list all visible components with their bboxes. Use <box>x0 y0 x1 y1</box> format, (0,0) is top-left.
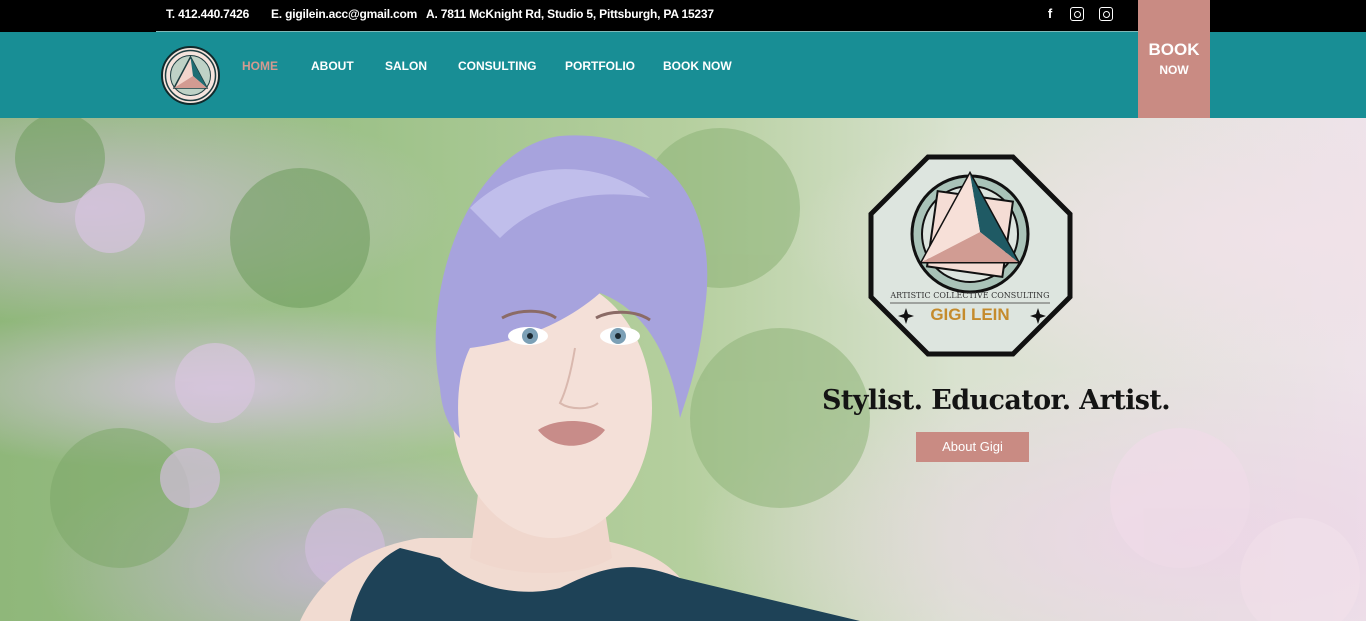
book-ribbon-line1: BOOK <box>1148 40 1200 59</box>
nav-consulting[interactable]: CONSULTING <box>458 59 536 73</box>
logo-mark-icon <box>164 49 217 102</box>
nav-portfolio[interactable]: PORTFOLIO <box>565 59 635 73</box>
book-ribbon-line2: NOW <box>1159 63 1189 77</box>
nav-book-now[interactable]: BOOK NOW <box>663 59 732 73</box>
nav-salon[interactable]: SALON <box>385 59 427 73</box>
gigi-lein-logo: ARTISTIC COLLECTIVE CONSULTING GIGI LEIN <box>868 154 1073 357</box>
contact-email[interactable]: E. gigilein.acc@gmail.com <box>271 0 417 32</box>
hero-section: ARTISTIC COLLECTIVE CONSULTING GIGI LEIN… <box>0 118 1366 621</box>
nav-home[interactable]: HOME <box>242 59 278 73</box>
site-logo[interactable] <box>161 46 220 105</box>
instagram-icon[interactable] <box>1099 7 1113 21</box>
hero-portrait-image <box>15 118 1360 621</box>
logo-title: GIGI LEIN <box>930 305 1009 324</box>
instagram-icon[interactable] <box>1070 7 1084 21</box>
about-gigi-button[interactable]: About Gigi <box>916 432 1029 462</box>
hero-tagline: Stylist. Educator. Artist. <box>822 385 1171 416</box>
book-now-ribbon[interactable]: BOOK NOW <box>1138 0 1210 127</box>
facebook-icon[interactable]: f <box>1043 7 1057 21</box>
contact-phone: T. 412.440.7426 <box>166 7 250 21</box>
nav-about[interactable]: ABOUT <box>311 59 354 73</box>
logo-subtitle: ARTISTIC COLLECTIVE CONSULTING <box>889 291 1049 300</box>
contact-address: A. 7811 McKnight Rd, Studio 5, Pittsburg… <box>426 7 714 21</box>
